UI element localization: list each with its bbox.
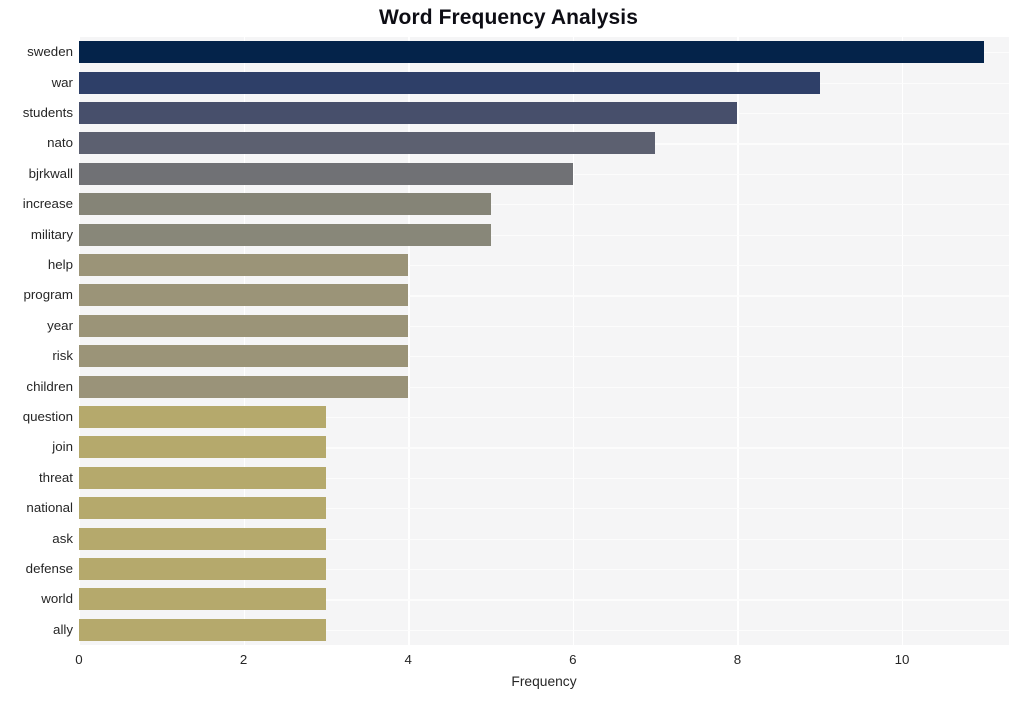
y-tick-children: children: [26, 378, 73, 394]
x-tick-4: 4: [404, 652, 412, 667]
chart-figure: Word Frequency Analysis sweden war student…: [0, 0, 1017, 701]
x-gridline: [737, 37, 739, 645]
y-tick-year: year: [47, 317, 73, 333]
bar-program[interactable]: [79, 284, 409, 307]
y-tick-nato: nato: [47, 135, 73, 151]
bar-bjrkwall[interactable]: [79, 162, 573, 185]
y-tick-national: national: [26, 500, 73, 516]
bar-national[interactable]: [79, 497, 326, 520]
y-tick-join: join: [52, 439, 73, 455]
bar-military[interactable]: [79, 223, 491, 246]
x-gridline: [572, 37, 575, 645]
bar-help[interactable]: [79, 254, 409, 276]
bar-question[interactable]: [79, 406, 326, 428]
x-gridline: [902, 37, 904, 645]
y-tick-sweden: sweden: [27, 44, 73, 60]
bar-students[interactable]: [79, 102, 738, 124]
y-tick-bjrkwall: bjrkwall: [28, 165, 73, 181]
bar-year[interactable]: [79, 314, 409, 337]
bar-threat[interactable]: [79, 466, 326, 489]
bar-risk[interactable]: [79, 345, 409, 368]
bar-join[interactable]: [79, 436, 326, 459]
y-tick-help: help: [47, 257, 73, 272]
x-tick-2: 2: [239, 652, 248, 667]
y-tick-world: world: [41, 591, 73, 607]
y-tick-risk: risk: [52, 348, 73, 364]
y-tick-program: program: [23, 287, 73, 303]
y-tick-question: question: [22, 409, 73, 424]
y-tick-threat: threat: [38, 469, 73, 485]
x-gridline: [243, 37, 245, 645]
bar-sweden[interactable]: [79, 41, 985, 64]
y-tick-defense: defense: [25, 561, 73, 576]
x-tick-8: 8: [733, 652, 742, 667]
y-tick-ally: ally: [53, 621, 73, 637]
y-tick-ask: ask: [52, 530, 73, 546]
bar-ally[interactable]: [79, 618, 326, 641]
x-tick-0: 0: [75, 652, 83, 667]
x-gridline: [408, 37, 410, 645]
y-tick-military: military: [30, 226, 73, 242]
plot-area: [79, 37, 1009, 645]
chart-title: Word Frequency Analysis: [378, 6, 639, 29]
bar-ask[interactable]: [79, 527, 326, 550]
y-tick-war: war: [51, 74, 73, 90]
bar-nato[interactable]: [79, 132, 656, 155]
x-axis-tick-labels: 0 2 4 6 8 10: [0, 645, 1017, 675]
bar-war[interactable]: [79, 71, 820, 94]
x-axis-label: Frequency: [511, 674, 577, 689]
y-axis-tick-labels: sweden war students nato bjrkwall increase mil…: [0, 37, 73, 645]
bar-children[interactable]: [79, 375, 409, 398]
bar-world[interactable]: [79, 588, 326, 611]
x-tick-6: 6: [569, 652, 577, 667]
bar-increase[interactable]: [79, 193, 491, 216]
x-tick-10: 10: [894, 652, 910, 667]
y-tick-students: students: [22, 105, 73, 120]
x-gridline: [79, 37, 81, 645]
y-tick-increase: increase: [22, 196, 73, 212]
bar-defense[interactable]: [79, 558, 326, 580]
